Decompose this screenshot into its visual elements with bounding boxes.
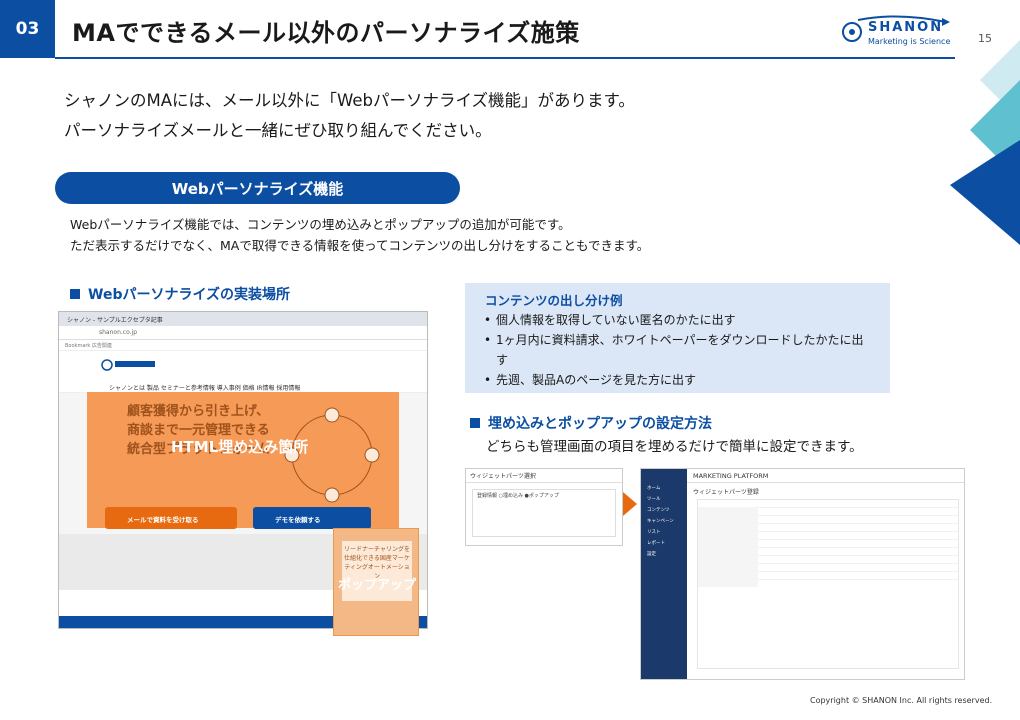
sidebar-item: レポート [647, 541, 665, 546]
intro-text: シャノンのMAには、メール以外に「Webパーソナライズ機能」があります。 パーソ… [64, 86, 635, 146]
demo-request-label: デモを依頼する [275, 516, 321, 524]
intro-line-1: シャノンのMAには、メール以外に「Webパーソナライズ機能」があります。 [64, 91, 635, 110]
receive-docs-label: メールで資料を受け取る [127, 516, 199, 524]
square-bullet-icon [470, 418, 480, 428]
form-row [698, 540, 958, 555]
desc-line-1: Webパーソナライズ機能では、コンテンツの埋め込みとポップアップの追加が可能です… [70, 217, 571, 232]
sidebar-item: ホーム [647, 486, 661, 491]
slide: 03 MAでできるメール以外のパーソナライズ施策 SHANON Marketin… [0, 0, 1020, 720]
form-row [698, 508, 958, 523]
section-number: 03 [0, 0, 55, 58]
square-bullet-icon [70, 289, 80, 299]
form-row [698, 564, 958, 579]
setup-heading-text: 埋め込みとポップアップの設定方法 [488, 416, 712, 432]
form-row [698, 500, 958, 515]
widget-select-title: ウィジェットパーツ選択 [466, 469, 622, 483]
admin-subtitle: ウィジェットパーツ登録 [693, 489, 759, 496]
sidebar-item: リスト [647, 530, 661, 535]
popup-label: ポップアップ [338, 578, 417, 593]
site-header [59, 351, 427, 381]
form-row [698, 556, 958, 571]
site-logo-icon [101, 359, 155, 371]
receive-docs-button[interactable]: メールで資料を受け取る [105, 507, 237, 529]
list-item: 先週、製品Aのページを見た方に出す [484, 370, 874, 390]
form-row [698, 548, 958, 563]
copyright: Copyright © SHANON Inc. All rights reser… [810, 696, 993, 705]
logo-tagline: Marketing is Science [868, 37, 951, 46]
feature-pill: Webパーソナライズ機能 [55, 172, 460, 204]
list-item: 個人情報を取得していない匿名のかたに出す [484, 310, 874, 330]
setup-description: どちらも管理画面の項目を埋めるだけで簡単に設定できます。 [486, 439, 863, 455]
content-example-list: 個人情報を取得していない匿名のかたに出す 1ヶ月内に資料請求、ホワイトペーパーを… [484, 310, 874, 390]
intro-line-2: パーソナライズメールと一緒にぜひ取り組んでください。 [64, 121, 492, 140]
list-item: 1ヶ月内に資料請求、ホワイトペーパーをダウンロードしたかたに出す [484, 330, 874, 370]
page-title: MAでできるメール以外のパーソナライズ施策 [72, 19, 580, 47]
admin-sidebar: ホーム ツール コンテンツ キャンペーン リスト レポート 設定 [641, 469, 687, 679]
decorative-triangles [950, 40, 1020, 245]
sidebar-item: ツール [647, 497, 661, 502]
arrow-right-icon [623, 492, 637, 516]
embed-label: HTML埋め込み箇所 [171, 438, 309, 456]
desc-line-2: ただ表示するだけでなく、MAで取得できる情報を使ってコンテンツの出し分けをするこ… [70, 238, 650, 253]
browser-url: shanon.co.jp [59, 326, 427, 340]
feature-description: Webパーソナライズ機能では、コンテンツの埋め込みとポップアップの追加が可能です… [70, 214, 649, 256]
form-row [698, 572, 958, 587]
widget-select-body: 登録情報 ○埋め込み ●ポップアップ [472, 489, 616, 537]
setup-heading: 埋め込みとポップアップの設定方法 [470, 413, 712, 433]
logo-text: SHANON [868, 20, 944, 35]
sidebar-item: 設定 [647, 552, 656, 557]
admin-form [697, 499, 959, 669]
content-example-title: コンテンツの出し分け例 [485, 293, 623, 308]
header-divider [55, 57, 955, 59]
sidebar-item: キャンペーン [647, 519, 674, 524]
form-row [698, 524, 958, 539]
impl-heading: Webパーソナライズの実装場所 [70, 284, 290, 304]
widget-select-screenshot: ウィジェットパーツ選択 登録情報 ○埋め込み ●ポップアップ [465, 468, 623, 546]
impl-heading-text: Webパーソナライズの実装場所 [88, 287, 291, 303]
demo-request-button[interactable]: デモを依頼する [253, 507, 371, 529]
form-row [698, 532, 958, 547]
browser-tab: シャノン - サンプルエクセプタ記事 [59, 312, 427, 326]
form-row [698, 516, 958, 531]
widget-register-screenshot: ホーム ツール コンテンツ キャンペーン リスト レポート 設定 MARKETI… [640, 468, 965, 680]
hero-line-1: 顧客獲得から引き上げ、 [127, 404, 270, 419]
admin-brand: MARKETING PLATFORM [687, 469, 964, 483]
bookmark-bar: Bookmark 広告関連 [59, 340, 427, 351]
sidebar-item: コンテンツ [647, 508, 670, 513]
